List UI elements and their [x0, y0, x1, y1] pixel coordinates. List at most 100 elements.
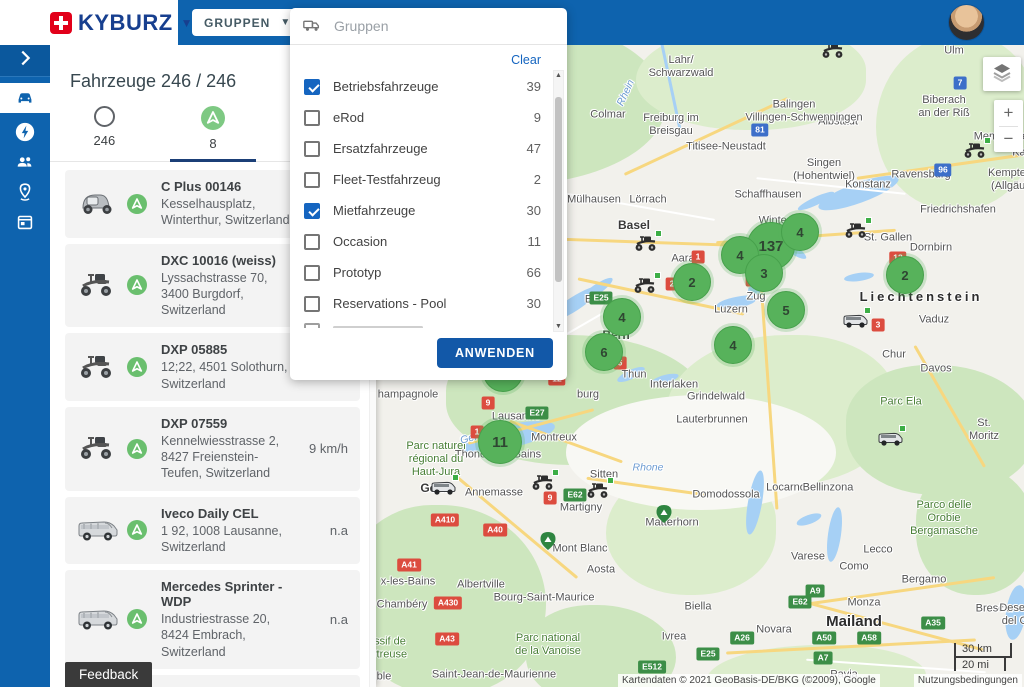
checkbox-unchecked[interactable] [304, 265, 320, 281]
map-attribution: Kartendaten © 2021 GeoBasis-DE/BKG (©200… [376, 673, 1024, 687]
vehicle-name: C Plus 00146 [161, 179, 294, 194]
scrollbar-thumb[interactable] [555, 97, 562, 282]
attribution-text: Kartendaten © 2021 GeoBasis-DE/BKG (©200… [618, 674, 880, 687]
scale-km: 30 km [954, 643, 1012, 658]
sidebar-item-users[interactable] [0, 149, 50, 179]
group-row[interactable]: Prototyp66 [290, 257, 567, 288]
vehicle-type-icon-scooter [73, 431, 125, 466]
sidebar-item-calendar[interactable] [0, 209, 50, 239]
vehicle-address: Industriestrasse 20, 8424 Embrach, Switz… [161, 611, 294, 660]
brand-logo[interactable]: KYBURZ ▼ [0, 0, 178, 45]
location-pin-icon [14, 181, 36, 208]
vehicle-type-icon-scooter [73, 268, 125, 303]
vehicle-name: Iveco Daily CEL [161, 506, 294, 521]
group-row[interactable]: Reservations - Pool30 [290, 288, 567, 319]
gruppen-dropdown-button[interactable]: GRUPPEN ▼ [192, 9, 303, 36]
group-row[interactable]: eRod9 [290, 102, 567, 133]
vehicle-address: Kesselhausplatz, Winterthur, Switzerland [161, 196, 294, 229]
users-icon [14, 151, 36, 178]
checkbox-unchecked[interactable] [304, 172, 320, 188]
checkbox-unchecked[interactable] [304, 141, 320, 157]
vehicle-address: Lyssachstrasse 70, 3400 Burgdorf, Switze… [161, 270, 294, 319]
tab-all-vehicles[interactable]: 246 [50, 106, 159, 155]
vehicle-card[interactable]: Mercedes Sprinter - WDPIndustriestrasse … [65, 570, 360, 669]
dropdown-scrollbar[interactable]: ▲ ▼ [553, 70, 564, 332]
map-cluster[interactable]: 2 [886, 256, 924, 294]
calendar-icon [14, 211, 36, 238]
group-label: Prototyp [333, 265, 527, 280]
map-cluster[interactable]: 3 [745, 254, 783, 292]
map-cluster[interactable]: 4 [603, 298, 641, 336]
selected-tab-indicator [170, 159, 256, 162]
sidebar-expand-button[interactable] [0, 45, 50, 77]
group-count: 2 [534, 172, 541, 187]
map-scale: 30 km 20 mi [954, 643, 1012, 671]
zoom-out-button[interactable]: − [994, 127, 1023, 153]
map-cluster[interactable]: 4 [781, 213, 819, 251]
group-label: Ersatzfahrzeuge [333, 141, 527, 156]
user-avatar[interactable] [948, 4, 985, 41]
checkbox-checked[interactable] [304, 203, 320, 219]
group-count: 47 [527, 141, 541, 156]
vehicle-card[interactable]: DXP 07559Kennelwiesstrasse 2, 8427 Freie… [65, 407, 360, 491]
checkbox-unchecked[interactable] [304, 110, 320, 126]
vehicle-card[interactable]: Iveco Daily CEL1 92, 1008 Lausanne, Swit… [65, 497, 360, 565]
groups-search-row [290, 8, 567, 45]
group-row[interactable]: Betriebsfahrzeuge39 [290, 71, 567, 102]
layers-icon [990, 60, 1014, 89]
group-row[interactable]: Mietfahrzeuge30 [290, 195, 567, 226]
apply-button[interactable]: ANWENDEN [437, 338, 553, 368]
zoom-in-button[interactable]: + [994, 100, 1023, 126]
truck-icon [302, 14, 322, 39]
chevron-right-icon [14, 47, 36, 74]
vehicle-name: DXP 05885 [161, 342, 294, 357]
clear-filters-link[interactable]: Clear [290, 45, 567, 69]
status-driving-icon [127, 357, 147, 377]
group-label: Occasion [333, 234, 528, 249]
groups-search-input[interactable] [332, 17, 555, 35]
map-layers-button[interactable] [983, 57, 1021, 91]
vehicle-speed: n.a [294, 523, 350, 538]
nav-sidebar [0, 45, 50, 687]
group-count: 39 [527, 79, 541, 94]
car-icon [14, 85, 36, 112]
brand-name: KYBURZ [78, 10, 173, 36]
group-label: eRod [333, 110, 534, 125]
scroll-down-arrow[interactable]: ▼ [554, 323, 563, 330]
map-cluster[interactable]: 5 [767, 291, 805, 329]
vehicle-address: 12;22, 4501 Solothurn, Switzerland [161, 359, 294, 392]
group-label: Mietfahrzeuge [333, 203, 527, 218]
tab-driving-vehicles[interactable]: 8 [159, 106, 268, 155]
sidebar-item-energy[interactable] [0, 119, 50, 149]
sidebar-item-vehicles[interactable] [0, 83, 50, 113]
scroll-up-arrow[interactable]: ▲ [554, 72, 563, 79]
map-zoom-control: + − [994, 100, 1023, 152]
group-row[interactable]: Ersatzfahrzeuge47 [290, 133, 567, 164]
sidebar-item-locations[interactable] [0, 179, 50, 209]
checkbox-unchecked[interactable] [304, 234, 320, 250]
map-cluster[interactable]: 4 [714, 326, 752, 364]
clipped-group-row[interactable] [290, 319, 567, 328]
dropdown-footer: ANWENDEN [290, 328, 567, 380]
group-count: 30 [527, 296, 541, 311]
vehicle-type-icon-cplus [73, 186, 125, 221]
group-row[interactable]: Occasion11 [290, 226, 567, 257]
checkbox [304, 323, 320, 328]
group-count: 30 [527, 203, 541, 218]
checkbox-checked[interactable] [304, 79, 320, 95]
vehicle-speed: n.a [294, 612, 350, 627]
vehicle-name: DXC 10016 (weiss) [161, 253, 294, 268]
map-cluster[interactable]: 6 [585, 333, 623, 371]
group-row[interactable]: Fleet-Testfahrzeug2 [290, 164, 567, 195]
groups-filter-dropdown: Clear Betriebsfahrzeuge39eRod9Ersatzfahr… [290, 8, 567, 380]
status-driving-icon [127, 194, 147, 214]
map-cluster[interactable]: 11 [478, 420, 522, 464]
map-cluster[interactable]: 2 [673, 263, 711, 301]
vehicle-speed: 9 km/h [294, 441, 350, 456]
terms-link[interactable]: Nutzungsbedingungen [914, 674, 1022, 687]
swiss-cross-icon [50, 12, 72, 34]
feedback-button[interactable]: Feedback [65, 662, 152, 687]
vehicle-type-icon-van [73, 513, 125, 548]
vehicle-name: Mercedes Sprinter - WDP [161, 579, 294, 609]
checkbox-unchecked[interactable] [304, 296, 320, 312]
